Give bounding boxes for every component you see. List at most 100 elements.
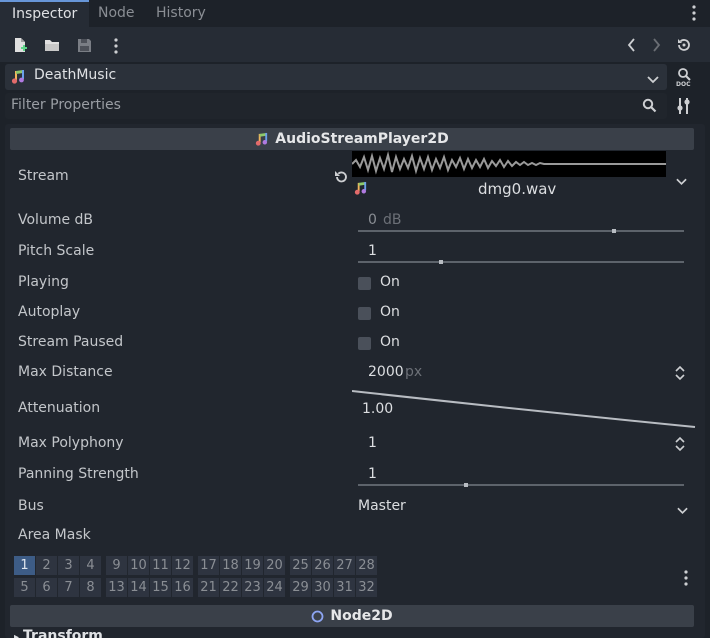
area-mask-bit-24[interactable]: 24 [264, 578, 285, 597]
more-options-icon[interactable] [684, 570, 688, 590]
new-resource-icon[interactable] [10, 35, 30, 55]
section-title: Node2D [330, 608, 393, 624]
slider-knob[interactable] [439, 260, 443, 264]
area-mask-bit-1[interactable]: 1 [14, 556, 35, 575]
area-mask-bit-31[interactable]: 31 [334, 578, 355, 597]
area-mask-bit-21[interactable]: 21 [198, 578, 219, 597]
area-mask-bit-12[interactable]: 12 [172, 556, 193, 575]
stream-paused-on-label[interactable]: On [380, 334, 400, 350]
pitch-scale-slider[interactable]: 1 [358, 241, 684, 267]
property-label-max-polyphony: Max Polyphony [18, 435, 124, 451]
property-label-pitch-scale: Pitch Scale [18, 243, 95, 259]
max-distance-value[interactable]: 2000 [368, 364, 404, 380]
area-mask-grid: 1 2 3 4 9 10 11 12 17 18 19 20 25 26 27 28 5 6 7 8 13 14 15 16 2… [14, 556, 377, 598]
attenuation-value: 1.00 [362, 401, 394, 417]
volume-db-slider[interactable]: 0 dB [358, 210, 684, 236]
area-mask-bit-5[interactable]: 5 [14, 578, 35, 597]
property-label-volume-db: Volume dB [18, 212, 94, 228]
chevron-down-icon[interactable] [677, 503, 688, 519]
bus-dropdown[interactable]: Master [358, 498, 406, 514]
stream-filename[interactable]: dmg0.wav [478, 180, 556, 198]
area-mask-bit-16[interactable]: 16 [172, 578, 193, 597]
volume-db-value: 0 [368, 212, 377, 228]
property-label-bus: Bus [18, 498, 44, 514]
tab-inspector[interactable]: Inspector [0, 0, 90, 27]
tab-node[interactable]: Node [86, 0, 147, 27]
area-mask-bit-26[interactable]: 26 [312, 556, 333, 575]
section-title: AudioStreamPlayer2D [275, 131, 449, 147]
area-mask-bit-2[interactable]: 2 [36, 556, 57, 575]
chevron-right-icon: ▸ [14, 632, 20, 638]
open-folder-icon[interactable] [42, 35, 62, 55]
area-mask-bit-22[interactable]: 22 [220, 578, 241, 597]
panning-strength-value: 1 [368, 466, 377, 482]
chevron-down-icon[interactable] [647, 72, 659, 88]
area-mask-bit-20[interactable]: 20 [264, 556, 285, 575]
area-mask-bit-9[interactable]: 9 [106, 556, 127, 575]
property-label-area-mask: Area Mask [18, 527, 91, 543]
max-distance-unit: px [405, 364, 423, 380]
autoplay-checkbox[interactable] [358, 307, 371, 320]
slider-track [358, 483, 684, 487]
waveform-preview[interactable] [351, 151, 666, 177]
area-mask-bit-27[interactable]: 27 [334, 556, 355, 575]
area-mask-bit-7[interactable]: 7 [58, 578, 79, 597]
area-mask-bit-25[interactable]: 25 [290, 556, 311, 575]
chevron-down-icon[interactable] [676, 174, 687, 190]
area-mask-bit-32[interactable]: 32 [356, 578, 377, 597]
area-mask-bit-28[interactable]: 28 [356, 556, 377, 575]
spinner-updown-icon[interactable] [675, 436, 685, 456]
area-mask-bit-3[interactable]: 3 [58, 556, 79, 575]
filter-placeholder: Filter Properties [11, 97, 121, 113]
volume-db-unit: dB [383, 212, 402, 228]
area-mask-bit-23[interactable]: 23 [242, 578, 263, 597]
area-mask-bit-17[interactable]: 17 [198, 556, 219, 575]
transform-group[interactable]: ▸ Transform [14, 628, 103, 638]
history-forward-icon[interactable] [651, 38, 661, 56]
doc-help-icon[interactable]: DOC [676, 67, 692, 91]
recent-history-icon[interactable] [676, 37, 692, 57]
area-mask-bit-10[interactable]: 10 [128, 556, 149, 575]
autoplay-on-label[interactable]: On [380, 304, 400, 320]
section-audiostreamplayer2d[interactable]: AudioStreamPlayer2D [10, 128, 694, 150]
area-mask-bit-15[interactable]: 15 [150, 578, 171, 597]
attenuation-curve[interactable] [352, 386, 696, 430]
section-node2d[interactable]: Node2D [10, 605, 694, 627]
property-label-max-distance: Max Distance [18, 364, 113, 380]
save-icon[interactable] [74, 35, 94, 55]
tools-icon[interactable] [677, 97, 691, 119]
area-mask-bit-8[interactable]: 8 [80, 578, 101, 597]
stream-paused-checkbox[interactable] [358, 337, 371, 350]
playing-on-label[interactable]: On [380, 274, 400, 290]
property-label-panning-strength: Panning Strength [18, 466, 139, 482]
area-mask-bit-13[interactable]: 13 [106, 578, 127, 597]
history-back-icon[interactable] [627, 38, 637, 56]
area-mask-bit-11[interactable]: 11 [150, 556, 171, 575]
more-options-icon[interactable] [692, 5, 696, 25]
filter-properties-input[interactable]: Filter Properties [5, 93, 667, 119]
slider-knob[interactable] [464, 483, 468, 487]
area-mask-bit-30[interactable]: 30 [312, 578, 333, 597]
revert-icon[interactable] [334, 170, 348, 188]
object-selector[interactable]: DeathMusic [5, 64, 667, 90]
area-mask-bit-18[interactable]: 18 [220, 556, 241, 575]
property-label-stream: Stream [18, 168, 69, 184]
area-mask-bit-4[interactable]: 4 [80, 556, 101, 575]
area-mask-bit-6[interactable]: 6 [36, 578, 57, 597]
playing-checkbox[interactable] [358, 277, 371, 290]
slider-knob[interactable] [612, 229, 616, 233]
panning-strength-slider[interactable]: 1 [358, 464, 684, 490]
tab-history[interactable]: History [144, 0, 218, 27]
area-mask-bit-19[interactable]: 19 [242, 556, 263, 575]
audio-stream-icon [255, 132, 269, 147]
spinner-updown-icon[interactable] [675, 365, 685, 385]
area-mask-bit-29[interactable]: 29 [290, 578, 311, 597]
property-label-attenuation: Attenuation [18, 400, 101, 416]
max-polyphony-value[interactable]: 1 [368, 435, 377, 451]
object-name: DeathMusic [34, 67, 117, 83]
audio-stream-icon [11, 69, 26, 89]
transform-label: Transform [23, 628, 103, 638]
area-mask-bit-14[interactable]: 14 [128, 578, 149, 597]
waveform-graphic [351, 151, 666, 175]
more-options-icon[interactable] [114, 38, 118, 58]
